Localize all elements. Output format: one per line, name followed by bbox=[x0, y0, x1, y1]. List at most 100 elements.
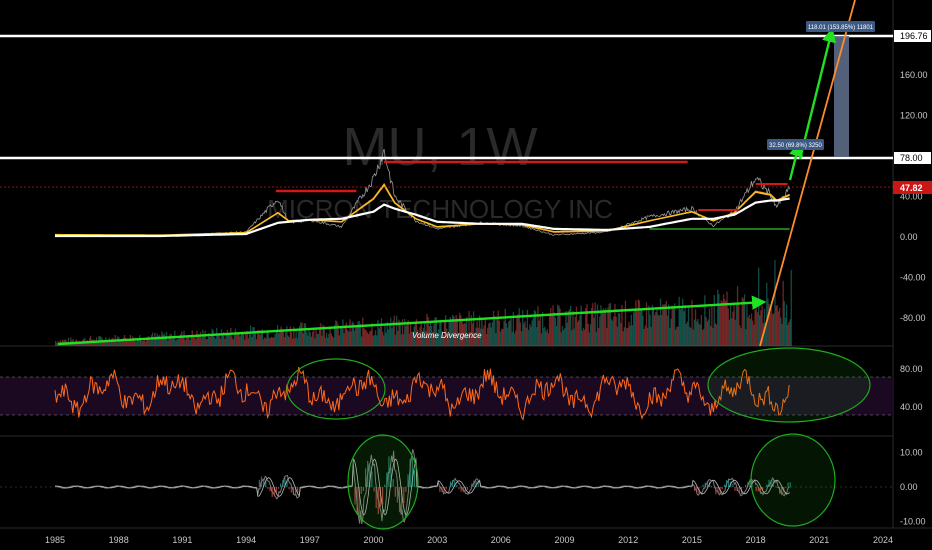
volume-bar bbox=[668, 304, 670, 346]
volume-bar bbox=[566, 322, 568, 346]
volume-bar bbox=[638, 300, 641, 346]
volume-bar bbox=[300, 322, 302, 346]
volume-bar bbox=[631, 325, 634, 346]
volume-bar bbox=[722, 294, 725, 346]
volume-bar bbox=[304, 323, 307, 346]
volume-bar bbox=[698, 323, 700, 346]
volume-bar bbox=[622, 331, 624, 346]
volume-bar bbox=[679, 309, 681, 346]
macd-tick-label: -10.00 bbox=[900, 517, 926, 527]
volume-bar bbox=[643, 328, 645, 346]
volume-bar bbox=[686, 321, 688, 346]
rsi-tick-label: 80.00 bbox=[900, 364, 923, 374]
macd-histogram-bar bbox=[267, 487, 269, 489]
volume-bar bbox=[318, 326, 321, 346]
volume-bar bbox=[729, 303, 732, 346]
volume-bar bbox=[122, 337, 124, 346]
volume-bar bbox=[360, 336, 363, 346]
price-tick-label: -40.00 bbox=[900, 273, 926, 283]
volume-bar bbox=[351, 321, 353, 346]
volume-bar bbox=[523, 323, 525, 346]
volume-bar bbox=[672, 306, 674, 346]
macd-histogram-bar bbox=[469, 486, 471, 487]
volume-bar bbox=[707, 319, 709, 346]
time-tick-label: 1997 bbox=[300, 535, 320, 545]
volume-bar bbox=[55, 341, 57, 346]
volume-bar bbox=[648, 305, 650, 346]
volume-bar bbox=[745, 329, 747, 346]
volume-bar bbox=[658, 315, 660, 346]
volume-bar bbox=[664, 303, 666, 346]
volume-bar bbox=[308, 328, 310, 346]
volume-bar bbox=[301, 322, 303, 346]
volume-bar bbox=[538, 320, 540, 346]
volume-bar bbox=[574, 316, 576, 346]
volume-bar bbox=[177, 338, 179, 346]
volume-bar bbox=[498, 320, 500, 346]
macd-histogram-bar bbox=[277, 487, 280, 489]
volume-bar bbox=[503, 320, 505, 346]
volume-bar bbox=[220, 329, 223, 346]
volume-bar bbox=[491, 322, 493, 346]
volume-bar bbox=[527, 330, 530, 346]
volume-bar bbox=[219, 338, 221, 346]
volume-bar bbox=[248, 333, 251, 346]
volume-bar bbox=[657, 314, 659, 346]
volume-bar bbox=[694, 309, 697, 346]
volume-bar bbox=[321, 335, 323, 346]
macd-ellipse-2000 bbox=[347, 434, 419, 530]
volume-bar bbox=[115, 342, 117, 346]
volume-bar bbox=[336, 321, 338, 346]
volume-bar bbox=[651, 305, 653, 346]
volume-bar bbox=[588, 332, 590, 346]
volume-bar bbox=[380, 318, 383, 346]
volume-bar bbox=[678, 296, 680, 346]
time-tick-label: 2018 bbox=[746, 535, 766, 545]
volume-bar bbox=[274, 334, 276, 346]
volume-bar bbox=[267, 331, 269, 346]
measure-tag-top[interactable]: 118.01 (153.85%) 11801 bbox=[806, 21, 875, 32]
volume-bar bbox=[209, 336, 211, 346]
volume-divergence-label: Volume Divergence bbox=[412, 331, 482, 340]
volume-bar bbox=[524, 321, 526, 346]
volume-bar bbox=[324, 337, 326, 346]
volume-bar bbox=[546, 329, 548, 346]
volume-bar bbox=[149, 340, 151, 346]
volume-bar bbox=[397, 330, 399, 346]
volume-bar bbox=[552, 305, 554, 346]
volume-bar bbox=[636, 310, 638, 346]
volume-bar bbox=[239, 336, 241, 346]
volume-bar bbox=[348, 331, 350, 346]
volume-bar bbox=[788, 322, 790, 346]
volume-bar bbox=[483, 325, 485, 346]
volume-bar bbox=[285, 332, 287, 346]
volume-bar bbox=[726, 291, 728, 346]
volume-bar bbox=[188, 337, 190, 346]
volume-bar bbox=[555, 326, 558, 346]
volume-bar bbox=[773, 313, 775, 346]
volume-bar bbox=[371, 323, 373, 346]
volume-bar bbox=[202, 329, 204, 346]
volume-bar bbox=[198, 336, 200, 346]
volume-bar bbox=[203, 335, 205, 346]
volume-bar bbox=[227, 334, 230, 346]
volume-bar bbox=[517, 314, 519, 346]
volume-bar bbox=[700, 314, 702, 346]
volume-bar bbox=[705, 317, 707, 346]
volume-bar bbox=[379, 323, 381, 346]
volume-bar bbox=[181, 331, 183, 346]
volume-bar bbox=[635, 300, 637, 346]
macd-ellipse-2019 bbox=[750, 433, 836, 527]
volume-bar bbox=[365, 330, 367, 346]
volume-bar bbox=[408, 333, 411, 346]
volume-bar bbox=[704, 295, 706, 346]
volume-bar bbox=[238, 333, 240, 346]
volume-bar bbox=[279, 331, 281, 346]
volume-bar bbox=[669, 328, 671, 346]
volume-bar bbox=[754, 310, 756, 346]
measure-tag-mid[interactable]: 32.50 (69.8%) 3250 bbox=[767, 139, 824, 150]
volume-bar bbox=[278, 333, 280, 346]
volume-bar bbox=[520, 331, 523, 346]
volume-bar bbox=[484, 318, 486, 346]
volume-bar bbox=[676, 326, 678, 346]
